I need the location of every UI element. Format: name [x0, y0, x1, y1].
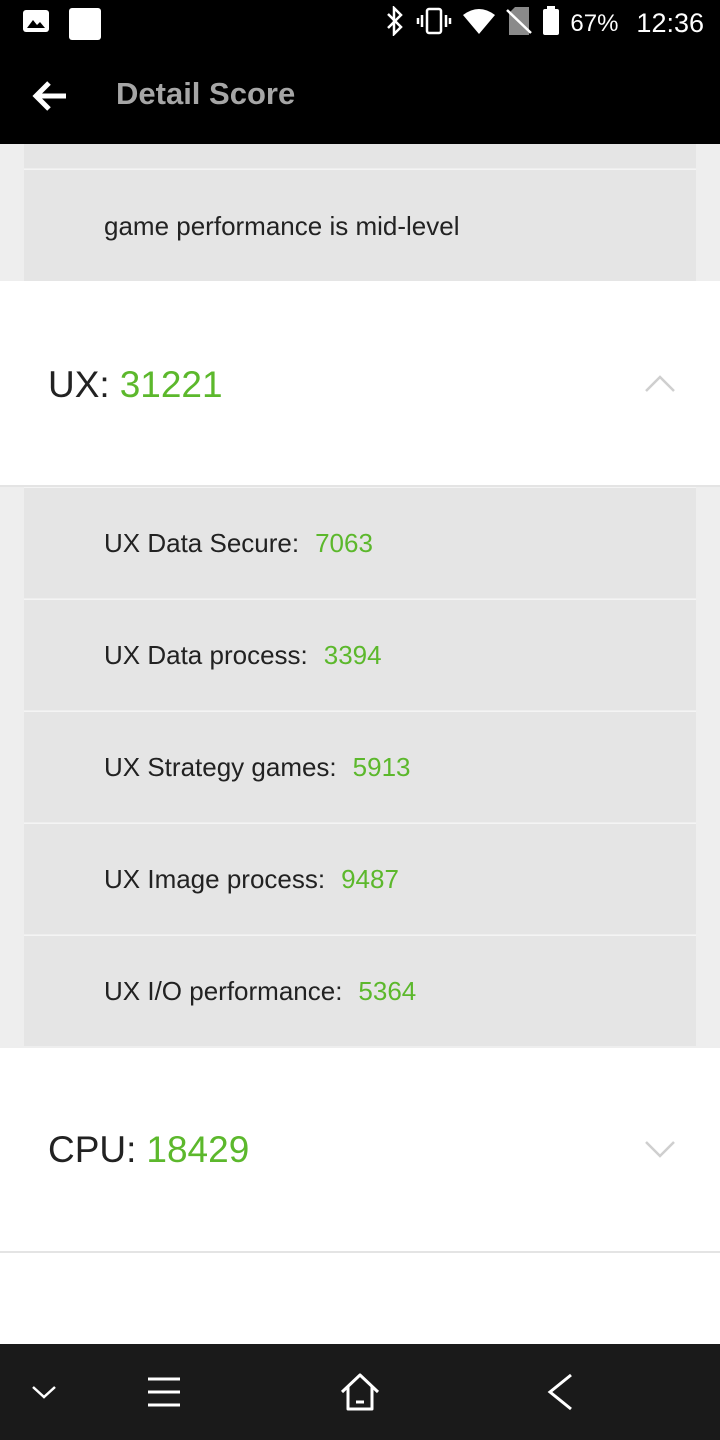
ux-item-row: UX I/O performance: 5364 — [24, 935, 696, 1046]
battery-percent: 67% — [570, 9, 619, 37]
ux-item-row: UX Image process: 9487 — [24, 823, 696, 934]
ux-score: 31221 — [119, 364, 223, 405]
ux-item-value: 5364 — [358, 976, 417, 1006]
game-detail-card-top — [24, 144, 696, 168]
ux-item-label: UX Data process: — [104, 640, 308, 670]
ux-item-value: 9487 — [341, 864, 399, 894]
ux-item-row: UX Strategy games: 5913 — [24, 711, 696, 822]
cpu-score: 18429 — [146, 1129, 250, 1170]
wifi-icon — [462, 7, 496, 40]
cpu-section-header[interactable]: CPU: 18429 — [48, 1129, 249, 1171]
back-button[interactable] — [22, 70, 78, 122]
home-button[interactable] — [336, 1368, 384, 1416]
status-bar: 67% 12:36 — [0, 0, 720, 48]
hide-keyboard-button[interactable] — [20, 1368, 68, 1416]
ux-item-label: UX I/O performance: — [104, 976, 343, 1006]
chevron-up-icon[interactable] — [644, 374, 676, 394]
ux-item-value: 7063 — [315, 528, 373, 558]
back-icon — [547, 1373, 572, 1411]
game-summary-row: game performance is mid-level — [24, 169, 696, 281]
navigation-bar — [0, 1344, 720, 1440]
home-icon — [340, 1373, 380, 1411]
ux-item-label: UX Image process: — [104, 864, 326, 894]
no-sim-icon — [506, 6, 533, 41]
game-summary-text: game performance is mid-level — [104, 210, 460, 241]
ux-section-header[interactable]: UX: 31221 — [48, 364, 223, 406]
ux-item-value: 3394 — [323, 640, 382, 670]
clock: 12:36 — [636, 8, 704, 38]
ux-label: UX: — [48, 364, 110, 405]
cpu-label: CPU: — [48, 1129, 137, 1170]
ux-item-label: UX Strategy games: — [104, 752, 337, 782]
menu-icon — [148, 1377, 180, 1407]
score-list[interactable]: game performance is mid-level UX: 31221 … — [0, 144, 720, 1344]
vibrate-icon — [416, 6, 452, 41]
notification-square-icon — [68, 7, 102, 46]
bluetooth-icon — [384, 4, 406, 41]
ux-item-row: UX Data Secure: 7063 — [24, 487, 696, 598]
image-icon — [22, 7, 50, 46]
arrow-left-icon — [32, 81, 66, 111]
ux-item-value: 5913 — [352, 752, 411, 782]
page-title: Detail Score — [116, 76, 296, 111]
battery-icon — [542, 6, 560, 41]
hide-keyboard-icon — [32, 1386, 56, 1399]
app-bar: Detail Score — [0, 48, 720, 144]
ux-item-label: UX Data Secure: — [104, 528, 300, 558]
cpu-divider — [0, 1251, 720, 1253]
chevron-down-icon[interactable] — [644, 1139, 676, 1159]
ux-item-row: UX Data process: 3394 — [24, 599, 696, 710]
menu-button[interactable] — [140, 1368, 188, 1416]
system-back-button[interactable] — [536, 1368, 584, 1416]
